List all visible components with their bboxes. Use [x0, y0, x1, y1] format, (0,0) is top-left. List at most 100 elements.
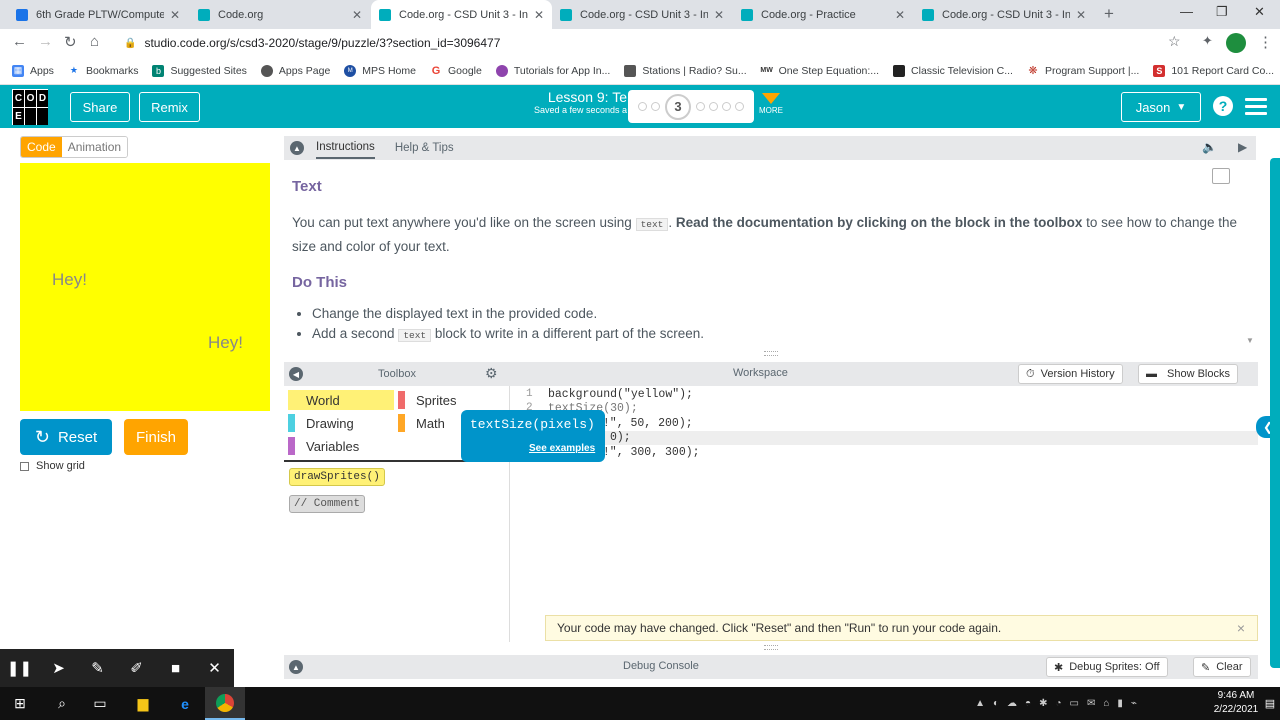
browser-tab[interactable]: Code.org - Practice ✕: [733, 0, 913, 29]
game-canvas[interactable]: Hey! Hey!: [20, 163, 270, 411]
show-blocks-button[interactable]: ▬ Show Blocks: [1138, 364, 1238, 384]
bookmark-stations[interactable]: Stations | Radio? Su...: [624, 64, 747, 77]
browser-tab[interactable]: Code.org - CSD Unit 3 - Inte ✕: [552, 0, 732, 29]
notifications-icon[interactable]: ▤: [1262, 687, 1278, 720]
extensions-icon[interactable]: ✦: [1202, 33, 1213, 49]
chrome-taskbar-icon[interactable]: [205, 687, 245, 720]
close-icon[interactable]: ✕: [170, 8, 180, 22]
bookmark-mps-home[interactable]: M MPS Home: [344, 64, 416, 77]
tab-instructions[interactable]: Instructions: [316, 137, 375, 159]
close-icon[interactable]: ✕: [195, 659, 234, 677]
new-tab-icon[interactable]: +: [1104, 4, 1114, 24]
browser-tab[interactable]: Code.org - CSD Unit 3 - Inte ✕: [914, 0, 1094, 29]
bookmark-star-icon[interactable]: ☆: [1168, 33, 1181, 50]
browser-tab-active[interactable]: Code.org - CSD Unit 3 - Inte ✕: [371, 0, 552, 29]
close-icon[interactable]: ✕: [534, 8, 544, 22]
collapse-left-icon[interactable]: ◀: [289, 367, 303, 381]
scroll-down-icon[interactable]: ▼: [1246, 336, 1254, 345]
pause-icon[interactable]: ❚❚: [0, 659, 39, 677]
close-icon[interactable]: ✕: [895, 8, 905, 22]
highlighter-icon[interactable]: ✐: [117, 659, 156, 677]
comment-block[interactable]: // Comment: [289, 495, 366, 513]
speaker-icon[interactable]: 🔈: [1202, 140, 1217, 154]
browser-tab[interactable]: 6th Grade PLTW/Computer S ✕: [8, 0, 188, 29]
autocomplete-tooltip[interactable]: textSize(pixels) See examples: [461, 410, 605, 462]
see-examples-link[interactable]: See examples: [529, 443, 595, 454]
bookmark-one-step[interactable]: MW One Step Equation:...: [760, 65, 879, 77]
code-tab[interactable]: Code: [21, 137, 62, 157]
play-icon[interactable]: ▶: [1238, 140, 1247, 154]
bookmark-apps-page[interactable]: Apps Page: [260, 64, 330, 77]
animation-tab[interactable]: Animation: [61, 137, 128, 157]
chrome-menu-icon[interactable]: ⋮: [1258, 33, 1273, 51]
help-icon[interactable]: ?: [1213, 96, 1233, 116]
maximize-icon[interactable]: ❐: [1216, 4, 1228, 20]
minimize-icon[interactable]: —: [1180, 4, 1193, 19]
drawsprites-block[interactable]: drawSprites(): [289, 468, 385, 486]
bookmark-apps[interactable]: ▦ Apps: [12, 64, 54, 77]
bookmark-report-card[interactable]: S 101 Report Card Co...: [1153, 64, 1274, 77]
bookmark-tutorials[interactable]: Tutorials for App In...: [495, 64, 610, 77]
close-icon[interactable]: ×: [1237, 620, 1245, 636]
system-tray-icons[interactable]: ▲◐☁◓✱◔▭✉⌂▮⌁: [920, 687, 1200, 720]
more-button[interactable]: MORE: [758, 93, 784, 115]
forward-icon[interactable]: →: [38, 33, 53, 50]
clear-button[interactable]: ✎ Clear: [1193, 657, 1251, 677]
level-dot[interactable]: [709, 102, 718, 111]
collapse-up-icon[interactable]: ▲: [290, 141, 304, 155]
level-dot[interactable]: [638, 102, 647, 111]
window-close-icon[interactable]: ✕: [1254, 4, 1265, 20]
browser-tab[interactable]: Code.org ✕: [190, 0, 370, 29]
close-icon[interactable]: ✕: [352, 8, 362, 22]
level-dot[interactable]: [696, 102, 705, 111]
back-icon[interactable]: ←: [12, 33, 27, 50]
category-sprites[interactable]: Sprites: [398, 390, 456, 410]
category-variables[interactable]: Variables: [288, 436, 359, 456]
finish-button[interactable]: Finish: [124, 419, 188, 455]
level-dot[interactable]: [651, 102, 660, 111]
bookmark-program-support[interactable]: ❋ Program Support |...: [1027, 65, 1139, 78]
resize-handle-icon[interactable]: [764, 645, 778, 650]
hamburger-menu-icon[interactable]: [1245, 98, 1267, 119]
taskbar-clock[interactable]: 9:46 AM 2/22/2021: [1210, 689, 1262, 717]
bookmark-suggested-sites[interactable]: b Suggested Sites: [152, 64, 247, 77]
version-history-button[interactable]: ⏱ Version History: [1018, 364, 1123, 384]
resize-handle-icon[interactable]: [764, 351, 778, 356]
close-icon[interactable]: ✕: [1076, 8, 1086, 22]
level-dot[interactable]: [722, 102, 731, 111]
debug-sprites-button[interactable]: ✱ Debug Sprites: Off: [1046, 657, 1168, 677]
camera-icon[interactable]: ■: [156, 660, 195, 677]
windows-start-icon[interactable]: ⊞: [6, 687, 34, 720]
category-math[interactable]: Math: [398, 413, 445, 433]
code-editor[interactable]: 1 2 background("yellow"); textSize(30); …: [510, 386, 1258, 642]
close-icon[interactable]: ✕: [714, 8, 724, 22]
reload-icon[interactable]: ↻: [64, 33, 77, 51]
address-bar[interactable]: 🔒 studio.code.org/s/csd3-2020/stage/9/pu…: [116, 31, 1196, 55]
category-world[interactable]: World: [288, 390, 394, 410]
home-icon[interactable]: ⌂: [90, 33, 99, 50]
bookmark-bookmarks[interactable]: ★ Bookmarks: [68, 65, 139, 77]
code-line[interactable]: y!", 300, 300);: [596, 446, 700, 459]
reset-button[interactable]: ↻ Reset: [20, 419, 112, 455]
level-dot[interactable]: [735, 102, 744, 111]
task-view-icon[interactable]: ▭: [86, 687, 114, 720]
code-line[interactable]: background("yellow");: [548, 388, 693, 401]
remix-button[interactable]: Remix: [139, 92, 200, 122]
category-drawing[interactable]: Drawing: [288, 413, 354, 433]
current-level-bubble[interactable]: 3: [665, 93, 691, 120]
profile-avatar-icon[interactable]: [1226, 33, 1246, 53]
bookmark-classic-tv[interactable]: Classic Television C...: [893, 64, 1013, 77]
code-org-logo[interactable]: C O D E: [12, 89, 48, 125]
share-button[interactable]: Share: [70, 92, 130, 122]
pointer-icon[interactable]: ➤: [39, 659, 78, 677]
show-grid-checkbox[interactable]: Show grid: [20, 460, 85, 472]
user-menu-button[interactable]: Jason ▼: [1121, 92, 1201, 122]
tab-help-tips[interactable]: Help & Tips: [395, 142, 454, 154]
code-line[interactable]: y!", 50, 200);: [596, 417, 693, 430]
code-line[interactable]: 0);: [610, 431, 631, 444]
search-icon[interactable]: ⌕: [48, 687, 76, 720]
file-explorer-icon[interactable]: ▆: [128, 687, 158, 720]
bookmark-google[interactable]: G Google: [430, 65, 482, 77]
pen-icon[interactable]: ✎: [78, 659, 117, 677]
edge-icon[interactable]: e: [170, 687, 200, 720]
